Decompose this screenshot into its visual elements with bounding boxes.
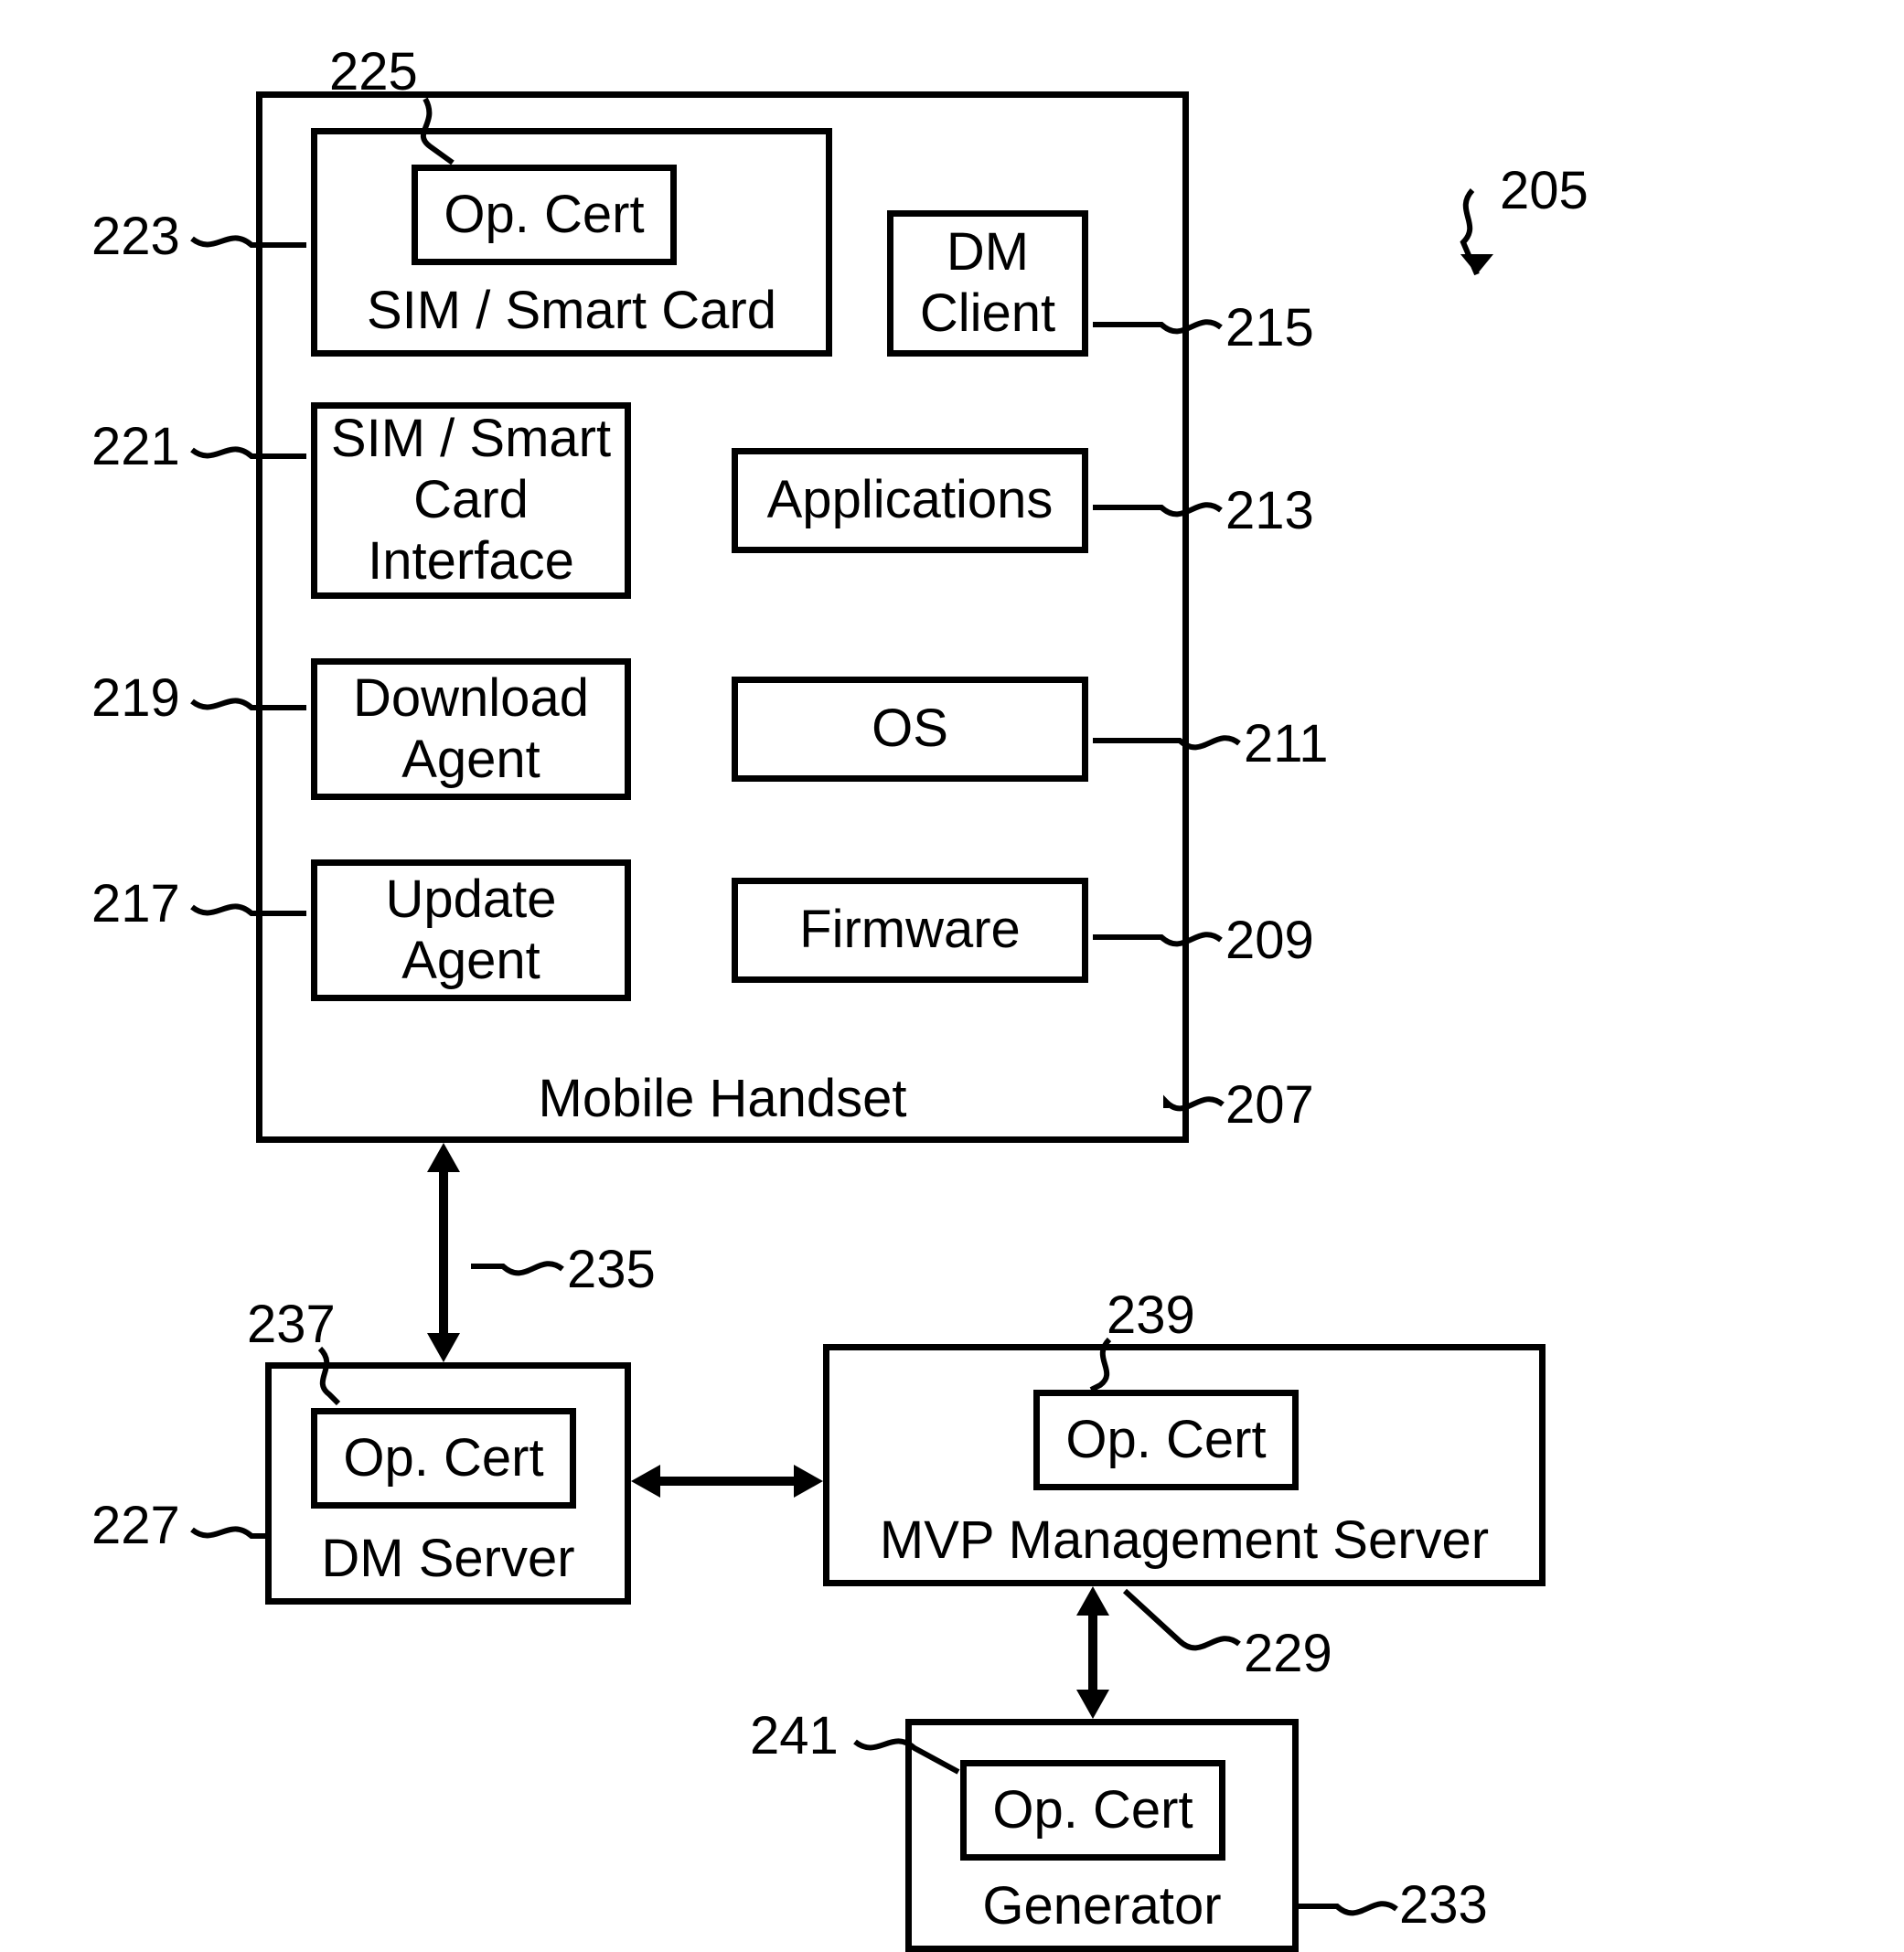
- mvp-server-label: MVP Management Server: [829, 1514, 1539, 1567]
- ref-233: 233: [1399, 1879, 1488, 1932]
- download-agent-label: Download Agent: [317, 668, 625, 790]
- ref-225: 225: [329, 46, 418, 99]
- applications-label: Applications: [767, 470, 1054, 531]
- op-cert-sim-box: Op. Cert: [412, 165, 677, 265]
- ref-217: 217: [91, 878, 180, 931]
- ref-209: 209: [1225, 914, 1314, 967]
- ref-207: 207: [1225, 1079, 1314, 1132]
- os-label: OS: [872, 699, 948, 760]
- leader-229: [1116, 1582, 1244, 1655]
- ref-219: 219: [91, 672, 180, 725]
- update-agent-label: Update Agent: [317, 869, 625, 991]
- ref-205: 205: [1500, 165, 1588, 218]
- op-cert-mvp-box: Op. Cert: [1033, 1390, 1299, 1490]
- leader-233: [1291, 1893, 1401, 1929]
- mobile-handset-label: Mobile Handset: [262, 1072, 1182, 1125]
- op-cert-gen-label: Op. Cert: [992, 1780, 1193, 1841]
- generator-label: Generator: [912, 1880, 1292, 1933]
- op-cert-gen-box: Op. Cert: [960, 1760, 1225, 1861]
- arrow-mvp-generator: [1065, 1586, 1120, 1719]
- dm-client-label: DM Client: [893, 222, 1082, 344]
- op-cert-dm-label: Op. Cert: [343, 1428, 543, 1489]
- firmware-box: Firmware: [732, 878, 1088, 983]
- dm-client-box: DM Client: [887, 210, 1088, 357]
- ref-229: 229: [1244, 1627, 1332, 1680]
- update-agent-box: Update Agent: [311, 859, 631, 1001]
- ref-221: 221: [91, 421, 180, 474]
- ref-239: 239: [1107, 1289, 1195, 1342]
- arrow-dm-mvp: [631, 1454, 823, 1509]
- op-cert-mvp-label: Op. Cert: [1065, 1410, 1266, 1471]
- download-agent-box: Download Agent: [311, 658, 631, 800]
- op-cert-sim-label: Op. Cert: [444, 185, 644, 246]
- firmware-label: Firmware: [799, 900, 1021, 961]
- ref-223: 223: [91, 210, 180, 263]
- applications-box: Applications: [732, 448, 1088, 553]
- ref-237: 237: [247, 1298, 336, 1351]
- dm-server-label: DM Server: [272, 1532, 625, 1585]
- op-cert-dm-box: Op. Cert: [311, 1408, 576, 1509]
- sim-interface-label: SIM / Smart Card Interface: [317, 409, 625, 592]
- ref-215: 215: [1225, 302, 1314, 355]
- os-box: OS: [732, 677, 1088, 782]
- sim-interface-box: SIM / Smart Card Interface: [311, 402, 631, 599]
- ref-227: 227: [91, 1499, 180, 1552]
- sim-smart-card-label: SIM / Smart Card: [317, 284, 826, 337]
- ref-235: 235: [567, 1243, 656, 1296]
- arrow-handset-dm: [416, 1143, 471, 1362]
- leader-235: [466, 1253, 567, 1289]
- leader-227: [187, 1525, 274, 1562]
- ref-211: 211: [1244, 718, 1328, 771]
- ref-241: 241: [750, 1710, 839, 1763]
- ref-213: 213: [1225, 485, 1314, 538]
